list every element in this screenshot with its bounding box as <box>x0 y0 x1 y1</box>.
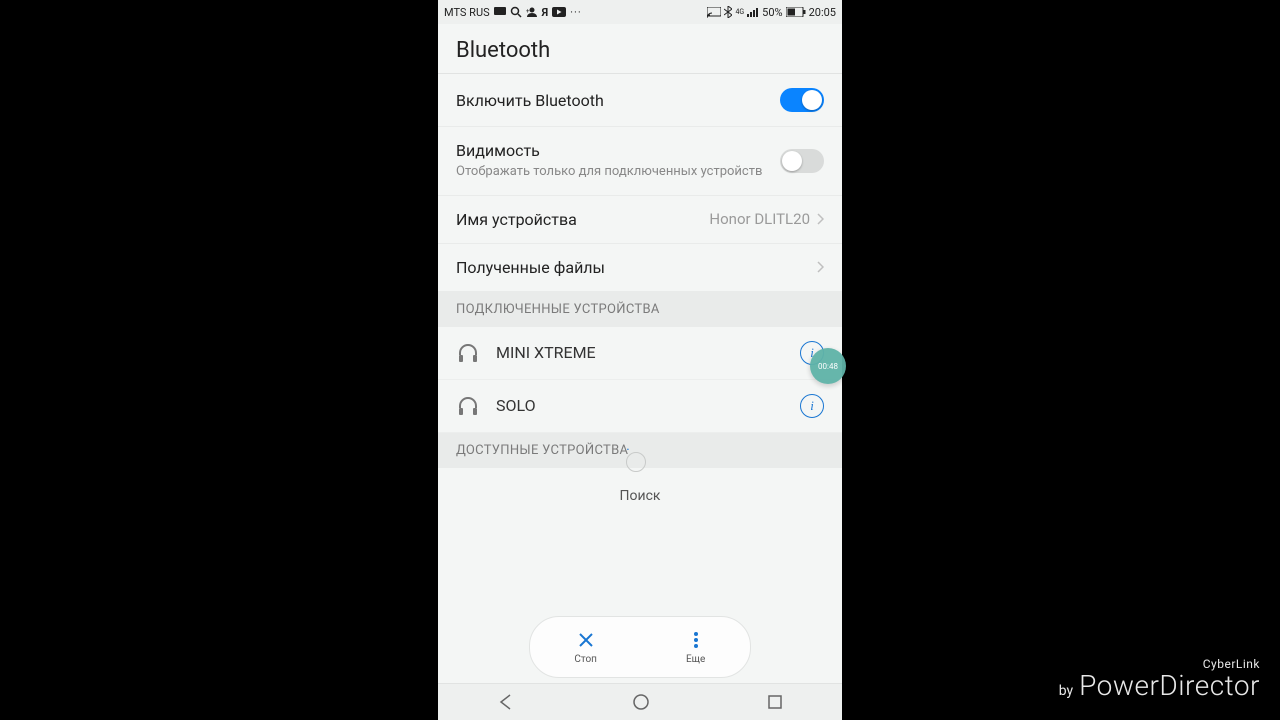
device-row[interactable]: SOLO i <box>438 380 842 433</box>
contact-icon: + <box>526 6 538 18</box>
phone-frame: MTS RUS + Я ··· 4G 50% 20:05 Bluetooth В… <box>438 0 842 720</box>
received-files-label: Полученные файлы <box>456 258 605 277</box>
chevron-right-icon <box>816 213 824 225</box>
cast-icon <box>707 7 721 18</box>
loading-spinner <box>626 452 646 472</box>
search-icon <box>510 6 522 18</box>
more-label: Еще <box>686 654 705 665</box>
page-title: Bluetooth <box>438 24 842 74</box>
info-icon[interactable]: i <box>800 394 824 418</box>
visibility-sublabel: Отображать только для подключенных устро… <box>456 164 780 181</box>
chevron-right-icon <box>816 261 824 273</box>
status-bar: MTS RUS + Я ··· 4G 50% 20:05 <box>438 0 842 24</box>
device-row[interactable]: MINI XTREME i <box>438 327 842 380</box>
signal-icon <box>747 7 759 17</box>
recent-icon[interactable] <box>767 694 783 710</box>
enable-bluetooth-label: Включить Bluetooth <box>456 91 604 110</box>
visibility-label: Видимость <box>456 141 780 160</box>
battery-percent: 50% <box>762 6 782 19</box>
stop-button[interactable]: Стоп <box>574 630 597 665</box>
section-connected: ПОДКЛЮЧЕННЫЕ УСТРОЙСТВА <box>438 292 842 327</box>
nav-bar <box>438 683 842 720</box>
row-received-files[interactable]: Полученные файлы <box>438 244 842 292</box>
searching-label: Поиск <box>438 468 842 524</box>
device-name: MINI XTREME <box>496 343 596 362</box>
network-type: 4G <box>735 8 744 16</box>
enable-bluetooth-toggle[interactable] <box>780 88 824 112</box>
screen-record-badge[interactable]: 00:48 <box>810 348 846 384</box>
battery-icon <box>786 7 806 17</box>
bluetooth-icon <box>724 6 732 18</box>
home-icon[interactable] <box>632 693 650 711</box>
yandex-icon: Я <box>542 6 549 19</box>
row-visibility[interactable]: Видимость Отображать только для подключе… <box>438 127 842 196</box>
clock: 20:05 <box>809 6 836 19</box>
stop-label: Стоп <box>574 654 597 665</box>
row-enable-bluetooth[interactable]: Включить Bluetooth <box>438 74 842 127</box>
more-button[interactable]: Еще <box>686 630 706 665</box>
device-name: SOLO <box>496 396 536 415</box>
device-name-label: Имя устройства <box>456 210 577 229</box>
visibility-toggle[interactable] <box>780 149 824 173</box>
youtube-icon <box>552 7 566 17</box>
headphones-icon <box>456 394 480 418</box>
watermark-brand-big: PowerDirector <box>1079 672 1260 700</box>
back-icon[interactable] <box>497 693 515 711</box>
carrier-label: MTS RUS <box>444 6 490 19</box>
device-name-value: Honor DLITL20 <box>709 210 810 228</box>
action-pill: Стоп Еще <box>529 616 751 678</box>
row-device-name[interactable]: Имя устройства Honor DLITL20 <box>438 196 842 244</box>
watermark-by: by <box>1059 684 1073 698</box>
more-icon: ··· <box>570 6 582 19</box>
sms-icon <box>494 7 506 17</box>
svg-text:+: + <box>526 8 530 15</box>
close-icon <box>576 630 596 650</box>
headphones-icon <box>456 341 480 365</box>
watermark: CyberLink by PowerDirector <box>1059 658 1260 700</box>
more-vert-icon <box>686 630 706 650</box>
